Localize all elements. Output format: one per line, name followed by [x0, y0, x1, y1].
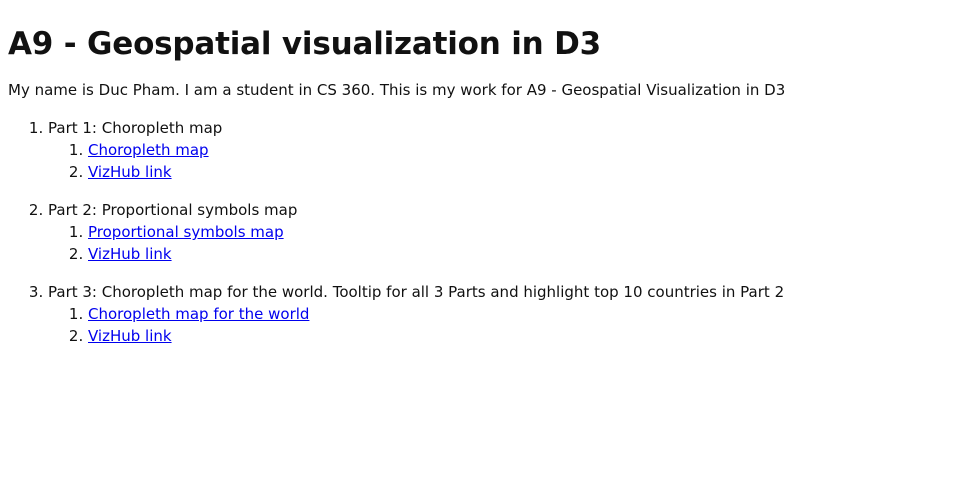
world-choropleth-map-link[interactable]: Choropleth map for the world: [88, 305, 309, 323]
list-item-part-1: Part 1: Choropleth map Choropleth map Vi…: [48, 117, 952, 183]
list-item: VizHub link: [88, 243, 952, 265]
vizhub-link-part-1[interactable]: VizHub link: [88, 163, 172, 181]
list-item: VizHub link: [88, 325, 952, 347]
part-1-links: Choropleth map VizHub link: [48, 139, 952, 183]
list-item: Proportional symbols map: [88, 221, 952, 243]
choropleth-map-link[interactable]: Choropleth map: [88, 141, 209, 159]
page: A9 - Geospatial visualization in D3 My n…: [0, 0, 960, 347]
page-title: A9 - Geospatial visualization in D3: [8, 26, 602, 62]
vizhub-link-part-2[interactable]: VizHub link: [88, 245, 172, 263]
vizhub-link-part-3[interactable]: VizHub link: [88, 327, 172, 345]
part-3-title: Part 3: Choropleth map for the world. To…: [48, 283, 785, 301]
list-item-part-3: Part 3: Choropleth map for the world. To…: [48, 281, 952, 347]
list-item: Choropleth map: [88, 139, 952, 161]
part-3-links: Choropleth map for the world VizHub link: [48, 303, 952, 347]
part-2-links: Proportional symbols map VizHub link: [48, 221, 952, 265]
intro-text: My name is Duc Pham. I am a student in C…: [8, 81, 786, 99]
list-item: VizHub link: [88, 161, 952, 183]
part-2-title: Part 2: Proportional symbols map: [48, 201, 298, 219]
proportional-symbols-map-link[interactable]: Proportional symbols map: [88, 223, 284, 241]
list-item: Choropleth map for the world: [88, 303, 952, 325]
list-item-part-2: Part 2: Proportional symbols map Proport…: [48, 199, 952, 265]
parts-list: Part 1: Choropleth map Choropleth map Vi…: [8, 117, 952, 347]
part-1-title: Part 1: Choropleth map: [48, 119, 223, 137]
